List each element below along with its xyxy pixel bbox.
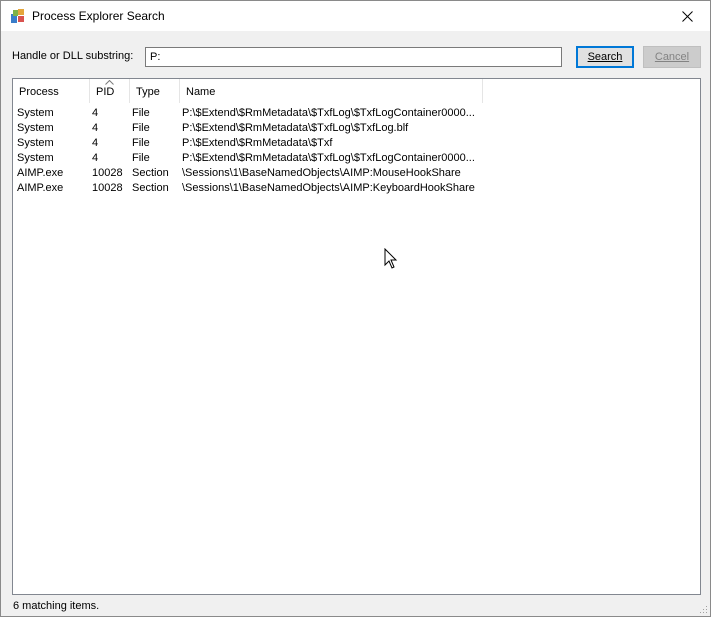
cell-pid: 4: [92, 107, 99, 119]
title-bar[interactable]: Process Explorer Search: [1, 1, 710, 31]
cell-name: P:\$Extend\$RmMetadata\$TxfLog\$TxfLog.b…: [182, 122, 409, 134]
search-button[interactable]: Search: [576, 46, 634, 68]
cell-type: File: [132, 152, 150, 164]
column-header-process[interactable]: Process: [13, 79, 90, 103]
column-header-pid-label: PID: [96, 86, 115, 98]
list-header: Process PID Type Name: [13, 79, 700, 103]
cell-process: AIMP.exe: [17, 182, 64, 194]
cell-name: P:\$Extend\$RmMetadata\$TxfLog\$TxfLogCo…: [182, 152, 475, 164]
cell-name: \Sessions\1\BaseNamedObjects\AIMP:Keyboa…: [182, 182, 475, 194]
cell-name: \Sessions\1\BaseNamedObjects\AIMP:MouseH…: [182, 167, 461, 179]
cell-type: File: [132, 137, 150, 149]
process-explorer-icon: [11, 9, 24, 23]
cell-type: File: [132, 107, 150, 119]
mouse-pointer-icon: [384, 248, 398, 269]
cell-pid: 4: [92, 137, 99, 149]
cell-type: File: [132, 122, 150, 134]
table-row[interactable]: System 4 File P:\$Extend\$RmMetadata\$Tx…: [13, 136, 700, 151]
cell-process: System: [17, 107, 54, 119]
cell-process: AIMP.exe: [17, 167, 64, 179]
table-row[interactable]: AIMP.exe 10028 Section \Sessions\1\BaseN…: [13, 181, 700, 196]
cell-type: Section: [132, 182, 169, 194]
close-icon: [681, 10, 693, 22]
cell-type: Section: [132, 167, 169, 179]
resize-grip-icon[interactable]: [698, 604, 708, 614]
cell-pid: 10028: [92, 167, 123, 179]
search-window: Process Explorer Search Handle or DLL su…: [0, 0, 711, 617]
result-rows: System 4 File P:\$Extend\$RmMetadata\$Tx…: [13, 106, 700, 196]
status-bar: 6 matching items.: [1, 597, 710, 616]
table-row[interactable]: AIMP.exe 10028 Section \Sessions\1\BaseN…: [13, 166, 700, 181]
cell-pid: 4: [92, 152, 99, 164]
column-header-type[interactable]: Type: [130, 79, 180, 103]
cell-pid: 4: [92, 122, 99, 134]
cell-process: System: [17, 152, 54, 164]
window-title: Process Explorer Search: [32, 9, 165, 23]
substring-input[interactable]: [145, 47, 562, 67]
table-row[interactable]: System 4 File P:\$Extend\$RmMetadata\$Tx…: [13, 121, 700, 136]
cell-process: System: [17, 122, 54, 134]
results-list[interactable]: Process PID Type Name System 4 File P:\$…: [12, 78, 701, 595]
cell-pid: 10028: [92, 182, 123, 194]
close-button[interactable]: [664, 1, 710, 31]
substring-label: Handle or DLL substring:: [12, 50, 134, 62]
table-row[interactable]: System 4 File P:\$Extend\$RmMetadata\$Tx…: [13, 151, 700, 166]
cell-process: System: [17, 137, 54, 149]
cancel-button[interactable]: Cancel: [643, 46, 701, 68]
cell-name: P:\$Extend\$RmMetadata\$TxfLog\$TxfLogCo…: [182, 107, 475, 119]
table-row[interactable]: System 4 File P:\$Extend\$RmMetadata\$Tx…: [13, 106, 700, 121]
sort-ascending-icon: [105, 80, 114, 85]
column-header-name[interactable]: Name: [180, 79, 483, 103]
cell-name: P:\$Extend\$RmMetadata\$Txf: [182, 137, 333, 149]
status-text: 6 matching items.: [13, 600, 100, 612]
